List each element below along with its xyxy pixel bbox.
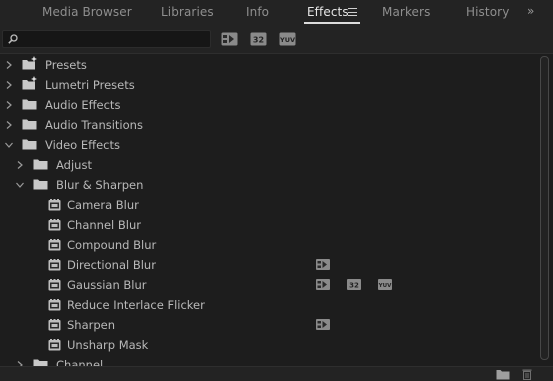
tree-item-lumetri-presets[interactable]: Lumetri Presets: [0, 75, 536, 95]
tree-item-label: Blur & Sharpen: [56, 178, 144, 192]
tree-item-label: Audio Effects: [45, 98, 121, 112]
yuv-badge-icon: YUV: [378, 279, 392, 290]
tab-info[interactable]: Info: [246, 5, 269, 19]
tree-item-label: Compound Blur: [67, 238, 157, 252]
effect-item-gaussian-blur[interactable]: Gaussian Blur 32 YUV: [0, 275, 536, 295]
folder-icon: [33, 159, 48, 170]
effect-item-reduce-interlace-flicker[interactable]: Reduce Interlace Flicker: [0, 295, 536, 315]
tab-markers[interactable]: Markers: [382, 5, 430, 19]
tree-item-label: Audio Transitions: [45, 118, 143, 132]
tree-item-label: Presets: [45, 58, 87, 72]
video-effect-icon: [48, 339, 61, 351]
search-input[interactable]: [21, 31, 207, 47]
tree-item-label: Sharpen: [67, 318, 116, 332]
effect-item-directional-blur[interactable]: Directional Blur: [0, 255, 536, 275]
tree-item-label: Video Effects: [45, 138, 120, 152]
video-effect-icon: [48, 259, 61, 271]
32-bit-color-label: 32: [253, 36, 264, 45]
search-icon: [8, 34, 18, 44]
tree-item-label: Camera Blur: [67, 198, 139, 212]
32-bit-badge-icon: 32: [347, 279, 361, 290]
chevron-right-icon[interactable]: [4, 80, 14, 90]
video-effect-icon: [48, 239, 61, 251]
yuv-effects-icon[interactable]: YUV: [279, 32, 296, 46]
chevron-right-icon[interactable]: [4, 60, 14, 70]
search-toolbar: 32 YUV: [0, 25, 553, 53]
folder-icon: [33, 179, 48, 190]
effect-item-compound-blur[interactable]: Compound Blur: [0, 235, 536, 255]
chevron-down-icon[interactable]: [15, 180, 25, 190]
tree-item-label: Gaussian Blur: [67, 278, 147, 292]
effect-item-sharpen[interactable]: Sharpen: [0, 315, 536, 335]
tree-item-label: Adjust: [56, 158, 92, 172]
32-bit-color-icon[interactable]: 32: [250, 32, 267, 46]
tree-item-label: Directional Blur: [67, 258, 156, 272]
accelerated-badge-icon: [316, 259, 330, 270]
chevron-right-icon[interactable]: [4, 120, 14, 130]
tab-libraries[interactable]: Libraries: [161, 5, 214, 19]
accelerated-badge-icon: [316, 279, 330, 290]
folder-icon: [22, 99, 37, 110]
video-effect-icon: [48, 199, 61, 211]
search-field[interactable]: [2, 30, 211, 48]
tree-item-label: Reduce Interlace Flicker: [67, 298, 205, 312]
yuv-badge-label: YUV: [378, 283, 392, 289]
folder-icon: [33, 359, 48, 366]
panel-menu-icon[interactable]: [348, 7, 358, 17]
trash-icon[interactable]: [520, 369, 534, 380]
active-tab-indicator: [304, 22, 360, 24]
tab-history[interactable]: History: [466, 5, 509, 19]
chevron-down-icon[interactable]: [4, 140, 14, 150]
yuv-effects-label: YUV: [279, 36, 295, 44]
folder-icon: [22, 119, 37, 130]
32-bit-badge-label: 32: [349, 282, 359, 290]
tab-overflow-icon[interactable]: »: [527, 4, 534, 18]
panel-tab-bar: Media Browser Libraries Info Effects Mar…: [0, 0, 553, 25]
tree-item-label: Channel: [56, 358, 104, 366]
tree-item-label: Unsharp Mask: [67, 338, 149, 352]
tree-item-blur-sharpen[interactable]: Blur & Sharpen: [0, 175, 536, 195]
tree-item-channel[interactable]: Channel: [0, 355, 536, 366]
effects-tree: Presets Lumetri Presets Audio Effects Au…: [0, 53, 553, 366]
scrollbar-thumb[interactable]: [540, 56, 549, 360]
effect-item-channel-blur[interactable]: Channel Blur: [0, 215, 536, 235]
tree-item-presets[interactable]: Presets: [0, 55, 536, 75]
preset-folder-icon: [22, 56, 37, 70]
video-effect-icon: [48, 299, 61, 311]
panel-footer: [0, 366, 553, 381]
accelerated-badge-icon: [316, 319, 330, 330]
video-effect-icon: [48, 319, 61, 331]
tree-item-label: Lumetri Presets: [45, 78, 135, 92]
new-bin-icon[interactable]: [496, 369, 510, 380]
chevron-right-icon[interactable]: [4, 100, 14, 110]
tree-item-audio-effects[interactable]: Audio Effects: [0, 95, 536, 115]
tree-item-video-effects[interactable]: Video Effects: [0, 135, 536, 155]
tree-item-label: Channel Blur: [67, 218, 141, 232]
effect-item-camera-blur[interactable]: Camera Blur: [0, 195, 536, 215]
accelerated-effects-icon[interactable]: [221, 32, 238, 46]
tab-media-browser[interactable]: Media Browser: [42, 5, 132, 19]
folder-icon: [22, 139, 37, 150]
tree-item-adjust[interactable]: Adjust: [0, 155, 536, 175]
effect-item-unsharp-mask[interactable]: Unsharp Mask: [0, 335, 536, 355]
video-effect-icon: [48, 279, 61, 291]
preset-folder-icon: [22, 76, 37, 90]
tab-effects[interactable]: Effects: [307, 5, 349, 19]
video-effect-icon: [48, 219, 61, 231]
chevron-right-icon[interactable]: [15, 160, 25, 170]
tree-item-audio-transitions[interactable]: Audio Transitions: [0, 115, 536, 135]
